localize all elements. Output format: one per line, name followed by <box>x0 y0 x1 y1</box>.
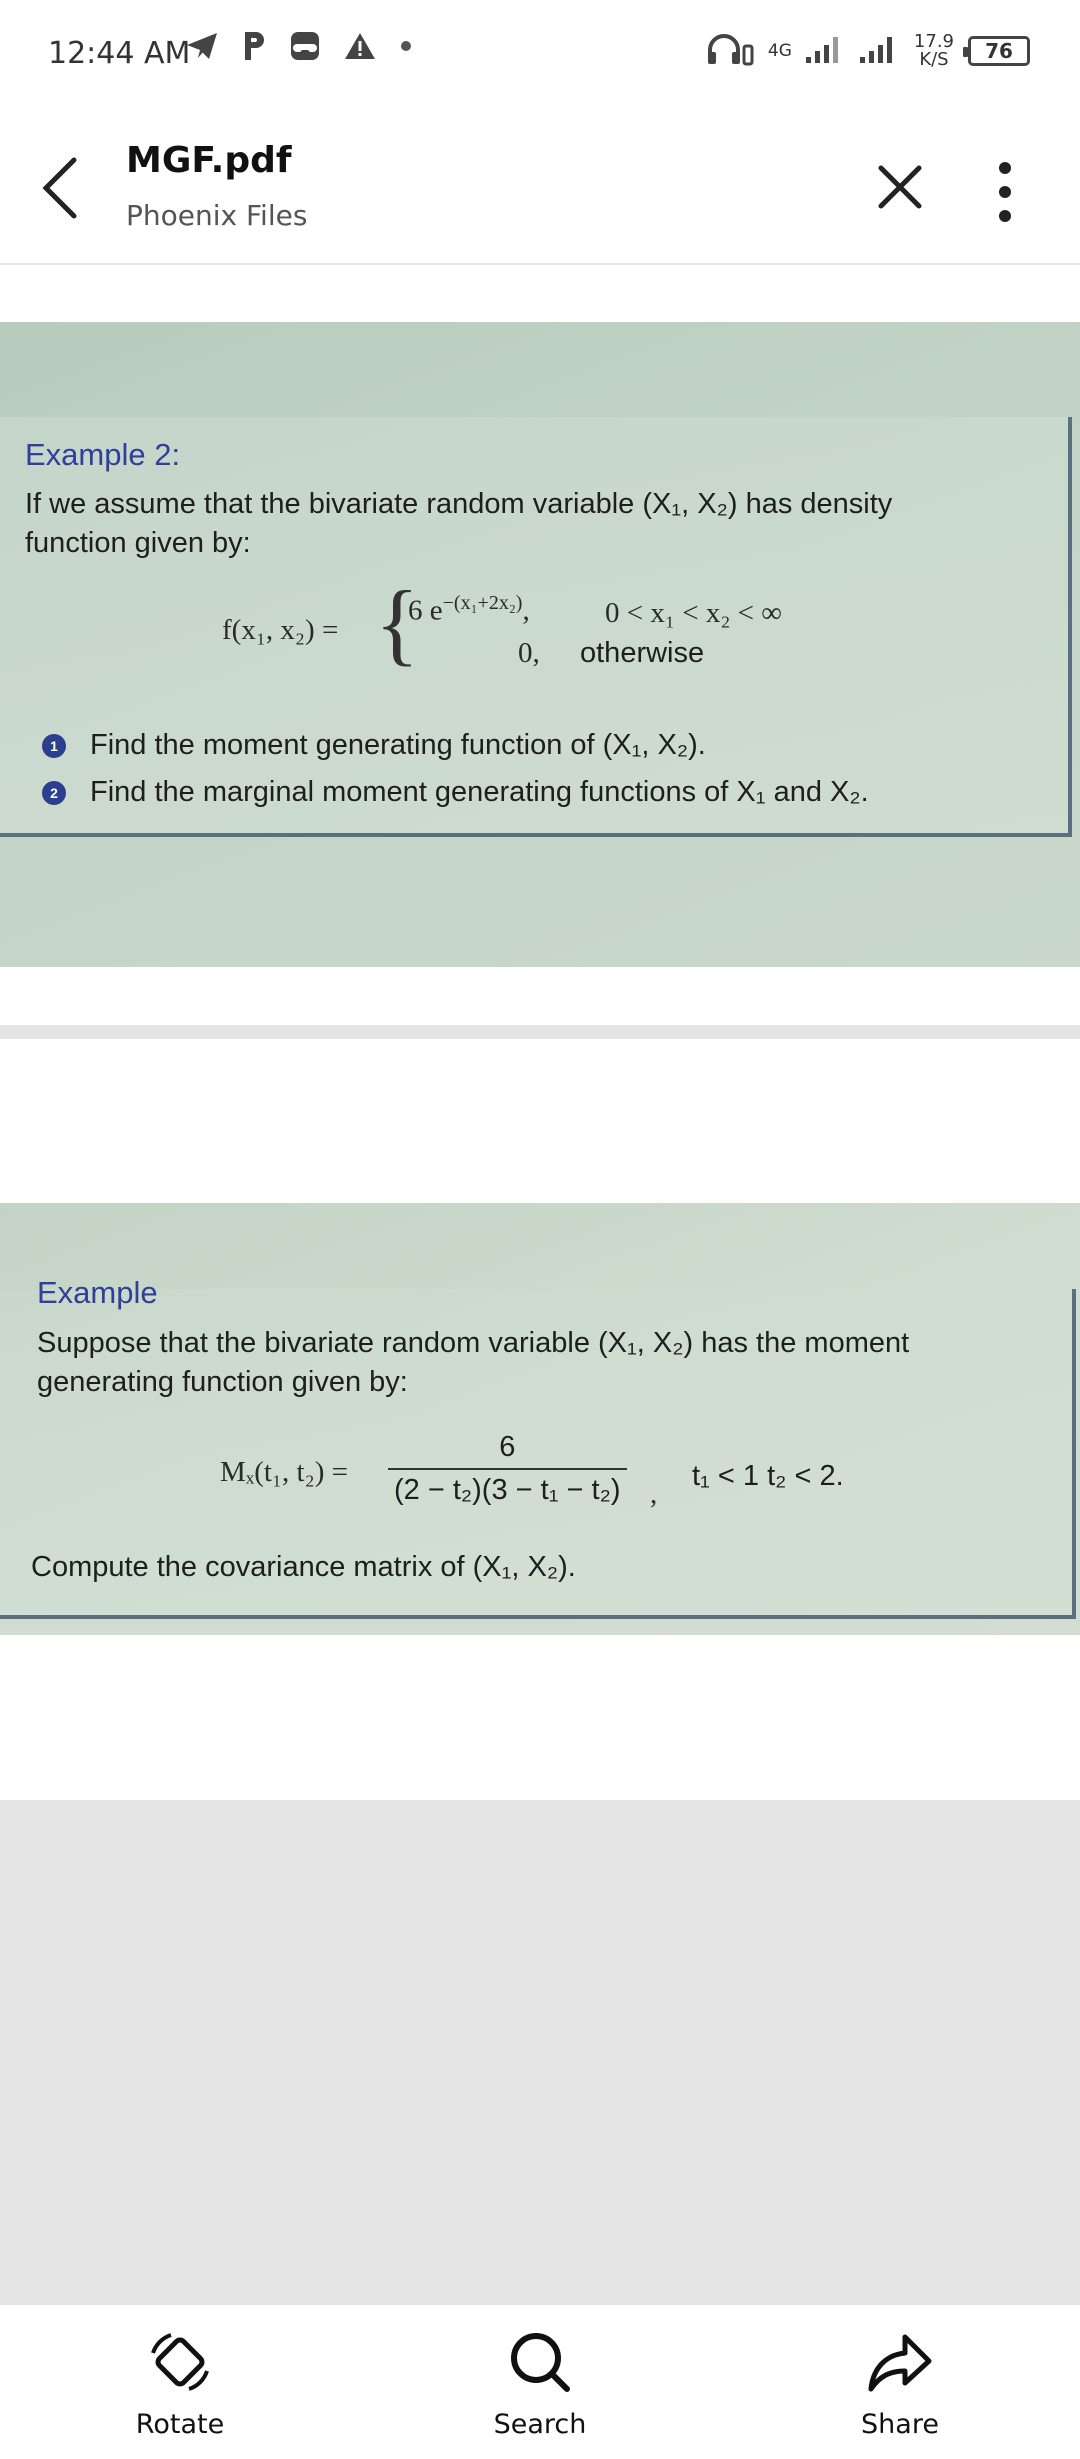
share-label: Share <box>861 2409 939 2440</box>
file-title: MGF.pdf <box>126 140 292 181</box>
intro-line-1: Suppose that the bivariate random variab… <box>37 1327 910 1359</box>
case-2-expression: 0, <box>518 637 540 669</box>
pdf-page-2[interactable]: Example Suppose that the bivariate rando… <box>0 1203 1080 1635</box>
share-button[interactable]: Share <box>820 2327 980 2440</box>
network-type-label: 4G <box>767 40 792 61</box>
headphones-icon <box>706 32 754 70</box>
list-item-text: Find the marginal moment generating func… <box>90 776 869 808</box>
dot-indicator-icon <box>399 39 413 53</box>
rotate-label: Rotate <box>135 2409 225 2440</box>
function-lhs: f(x₁, x₂) = <box>222 614 339 646</box>
intro-line-1: If we assume that the bivariate random v… <box>25 488 893 520</box>
case-1-exponent: −(x₁+2x₂) <box>442 592 523 614</box>
more-vertical-icon <box>999 162 1011 222</box>
share-icon <box>868 2334 932 2392</box>
case-1-base: 6 e <box>408 594 443 627</box>
status-notification-icons <box>185 30 413 62</box>
example-title: Example 2: <box>25 437 181 472</box>
list-item: 1 Find the moment generating function of… <box>42 729 706 762</box>
mgf-comma: , <box>650 1478 658 1510</box>
mgf-lhs: Mₓ(t₁, t₂) = <box>220 1456 348 1488</box>
bullet-number: 1 <box>42 733 66 758</box>
rotate-icon <box>151 2333 209 2391</box>
more-options-button[interactable] <box>980 152 1030 232</box>
fraction-denominator: (2 − t₂)(3 − t₁ − t₂) <box>388 1468 627 1507</box>
close-icon <box>878 165 922 209</box>
title-block: MGF.pdf Phoenix Files <box>126 140 307 232</box>
case-2-condition: otherwise <box>580 637 705 669</box>
intro-line-2: function given by: <box>25 527 251 559</box>
signal-icon <box>805 33 846 69</box>
net-speed-unit: K/S <box>919 49 949 70</box>
conclusion-text: Compute the covariance matrix of (X₁, X₂… <box>31 1551 576 1583</box>
bottom-toolbar: Rotate Search Share <box>0 2305 1080 2459</box>
battery-level: 76 <box>985 39 1013 63</box>
warning-icon <box>343 31 377 61</box>
fraction: 6 (2 − t₂)(3 − t₁ − t₂) <box>388 1431 627 1507</box>
back-button[interactable] <box>30 150 90 225</box>
status-system-icons: 4G 17.9 K/S 76 <box>706 32 1030 70</box>
case-1-expression: 6 e−(x₁+2x₂), <box>408 592 530 628</box>
p-app-icon <box>241 30 267 62</box>
list-item: 2 Find the marginal moment generating fu… <box>42 776 869 809</box>
telegram-icon <box>185 31 219 61</box>
status-time: 12:44 AM <box>48 36 191 71</box>
rotate-button[interactable]: Rotate <box>100 2327 260 2440</box>
intro-line-2: generating function given by: <box>37 1366 408 1398</box>
example-title: Example <box>37 1275 158 1310</box>
network-type: 4G <box>767 40 792 61</box>
case-1-comma: , <box>522 594 530 627</box>
list-item-text: Find the moment generating function of (… <box>90 729 706 761</box>
search-button[interactable]: Search <box>460 2327 620 2440</box>
mgf-fraction: 6 (2 − t₂)(3 − t₁ − t₂) <box>388 1431 627 1507</box>
net-speed: 17.9 K/S <box>914 33 954 69</box>
close-button[interactable] <box>870 152 930 222</box>
bullet-number: 2 <box>42 780 66 805</box>
mgf-condition: t₁ < 1 t₂ < 2. <box>692 1460 844 1492</box>
app-bar: MGF.pdf Phoenix Files <box>0 110 1080 265</box>
battery-icon: 76 <box>963 36 1030 66</box>
slide-frame <box>0 417 1072 837</box>
search-icon <box>511 2333 570 2392</box>
status-bar: 12:44 AM 4G 17.9 K/S 76 <box>0 0 1080 110</box>
signal-icon-2 <box>859 33 900 69</box>
page-separator <box>0 1025 1080 1039</box>
pdf-page-1[interactable]: Example 2: If we assume that the bivaria… <box>0 322 1080 967</box>
fraction-numerator: 6 <box>499 1431 516 1463</box>
chevron-left-icon <box>42 157 77 218</box>
search-label: Search <box>493 2409 587 2440</box>
gamepad-icon <box>289 30 321 62</box>
case-1-condition: 0 < x₁ < x₂ < ∞ <box>605 597 782 629</box>
viewer-background <box>0 1800 1080 2305</box>
file-subtitle: Phoenix Files <box>126 199 308 232</box>
